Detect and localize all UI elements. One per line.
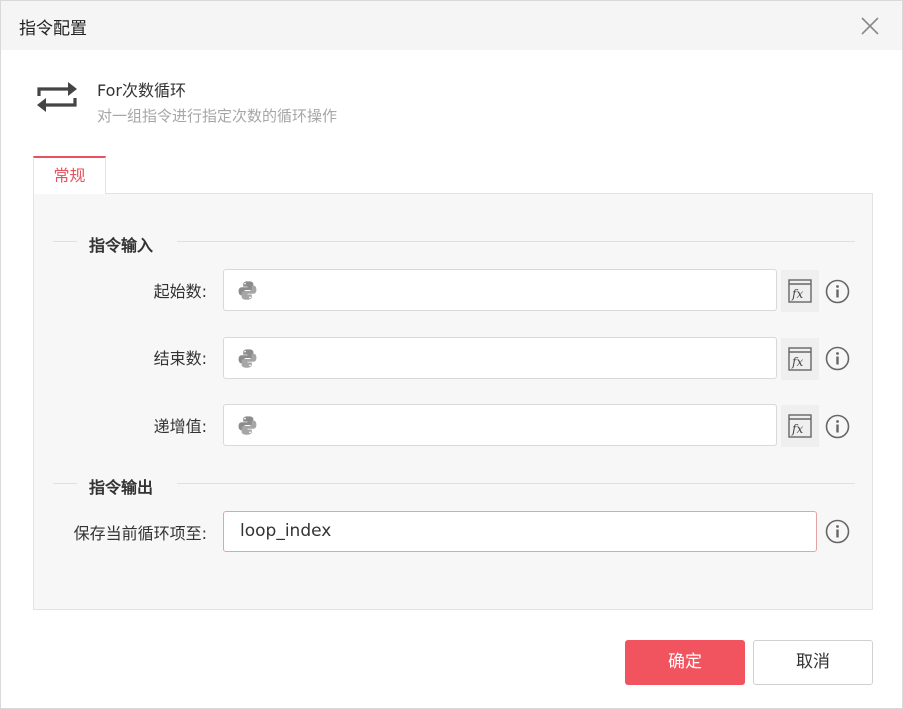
loop-arrows-icon xyxy=(35,79,79,115)
loop-variable-input[interactable]: loop_index xyxy=(223,511,817,552)
end-number-input[interactable] xyxy=(223,337,777,379)
fx-icon[interactable]: fx xyxy=(781,270,819,312)
inputs-section-header: 指令输入 xyxy=(53,232,855,255)
start-number-label: 起始数: xyxy=(153,282,207,301)
info-icon[interactable] xyxy=(825,414,850,439)
cancel-button[interactable]: 取消 xyxy=(753,640,873,685)
dialog-titlebar: 指令配置 xyxy=(1,1,902,50)
python-icon xyxy=(238,349,257,368)
inputs-section-title: 指令输入 xyxy=(89,236,154,255)
divider xyxy=(53,241,77,242)
step-value-label: 递增值: xyxy=(153,417,207,436)
end-number-label: 结束数: xyxy=(153,349,207,368)
info-icon[interactable] xyxy=(825,346,850,371)
svg-text:fx: fx xyxy=(791,287,803,301)
python-icon xyxy=(238,416,257,435)
tab-general[interactable]: 常规 xyxy=(33,156,106,194)
loop-variable-label: 保存当前循环项至: xyxy=(73,524,207,543)
close-icon[interactable] xyxy=(857,13,883,39)
dialog-title: 指令配置 xyxy=(19,19,87,39)
python-icon xyxy=(238,281,257,300)
divider xyxy=(177,241,855,242)
start-number-input[interactable] xyxy=(223,269,777,311)
step-value-input[interactable] xyxy=(223,404,777,446)
divider xyxy=(177,483,855,484)
info-icon[interactable] xyxy=(825,279,850,304)
command-description: 对一组指令进行指定次数的循环操作 xyxy=(97,107,338,125)
fx-icon[interactable]: fx xyxy=(781,338,819,380)
info-icon[interactable] xyxy=(825,519,850,544)
divider xyxy=(53,483,77,484)
svg-text:fx: fx xyxy=(791,422,803,436)
outputs-section-title: 指令输出 xyxy=(89,478,154,497)
fx-icon[interactable]: fx xyxy=(781,405,819,447)
outputs-section-header: 指令输出 xyxy=(53,474,855,497)
command-config-dialog: 指令配置 For次数循环 对一组指令进行指定次数的循环操作 常规 指令输入 起始… xyxy=(0,0,903,709)
command-name: For次数循环 xyxy=(97,81,187,100)
confirm-button[interactable]: 确定 xyxy=(625,640,745,685)
svg-text:fx: fx xyxy=(791,355,803,369)
